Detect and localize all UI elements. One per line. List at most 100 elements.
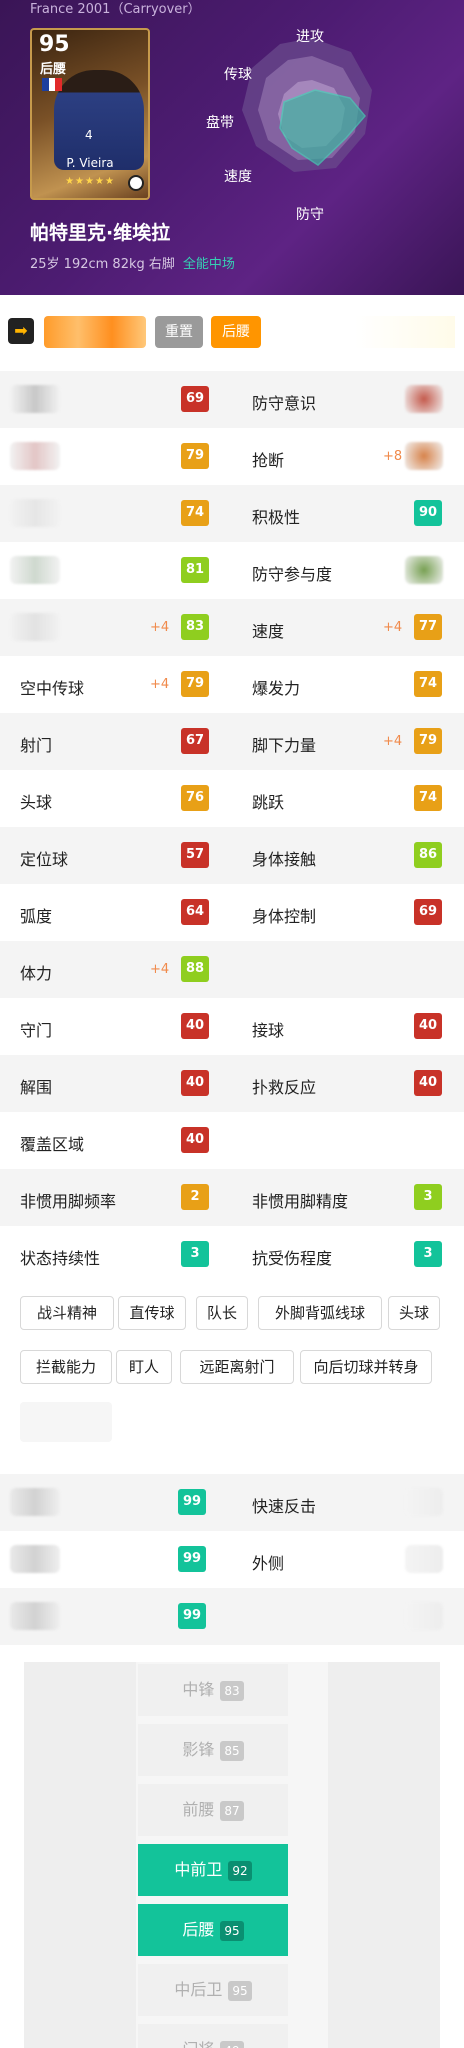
position-rating: 85 [220,1741,244,1761]
stat-row: 覆盖区域 40 [0,1112,464,1169]
reset-button[interactable]: 重置 [155,316,203,348]
card-player-name: P. Vieira [66,156,114,170]
skill-chip[interactable]: 战斗精神 [20,1296,114,1330]
position-map-right [328,1662,440,2048]
player-role: 全能中场 [182,257,235,272]
arrow-right-icon[interactable]: ➡ [8,318,34,344]
stat-name: 爆发力 [252,679,301,698]
stat-row: +4 83 速度 +4 77 [0,599,464,656]
skill-chip[interactable]: 拦截能力 [20,1350,112,1384]
player-name: 帕特里克·维埃拉 [30,222,171,244]
stat-boost: +4 [150,962,170,977]
position-tile[interactable]: 中前卫 92 [138,1844,288,1896]
stat-name: 非惯用脚精度 [252,1192,349,1211]
stat-row: 81 防守参与度 [0,542,464,599]
blurred-stat-name [10,556,60,584]
blurred-playstyle-icon [405,1602,443,1630]
blurred-stat-name [10,499,60,527]
stat-row: 解围 40 扑救反应 40 [0,1055,464,1112]
blurred-button[interactable] [44,316,146,348]
stat-row: 79 抢断 +8 [0,428,464,485]
position-button[interactable]: 后腰 [211,316,261,348]
stat-row: 守门 40 接球 40 [0,998,464,1055]
blurred-stat-name [10,442,60,470]
blurred-playstyle-name [10,1545,60,1573]
stat-name: 状态持续性 [20,1249,101,1268]
toolbar-fade [355,316,455,348]
blurred-stat-name [10,613,60,641]
stat-name: 射门 [20,736,53,755]
stat-value: 69 [181,386,209,412]
player-card[interactable]: 95 后腰 4 P. Vieira ★★★★★ [30,28,150,200]
position-name: 中前卫 [174,1860,223,1879]
stat-value: 79 [414,728,442,754]
radar-chart: 进攻 传球 盘带 速度 防守 [200,20,464,230]
stat-boost: +4 [150,677,170,692]
skill-chip[interactable]: 头球 [388,1296,440,1330]
stat-row: 定位球 57 身体接触 86 [0,827,464,884]
playstyle-name: 快速反击 [252,1497,317,1516]
stat-name: 守门 [20,1021,53,1040]
position-rating: 49 [220,2041,244,2048]
position-rating: 87 [220,1801,244,1821]
stat-name: 跳跃 [252,793,285,812]
player-detail-page: { "colors": {"red":"#c83228","orange":"#… [0,0,464,2048]
stat-value: 74 [414,785,442,811]
stat-value: 74 [181,500,209,526]
stat-value: 67 [181,728,209,754]
playstyle-row: 99 外侧 [0,1531,464,1588]
position-tile[interactable]: 门将 49 [138,2024,288,2048]
playstyle-name: 外侧 [252,1554,285,1573]
skill-chip[interactable]: 直传球 [118,1296,186,1330]
radar-label-passing: 传球 [224,67,252,83]
position-tile[interactable]: 中后卫 95 [138,1964,288,2016]
position-rating: 83 [220,1681,244,1701]
stat-name: 定位球 [20,850,69,869]
blurred-playstyle-icon [405,1488,443,1516]
radar-label-dribbling: 盘带 [206,115,234,131]
stat-value: 3 [414,1241,442,1267]
stat-row: 体力 +4 88 [0,941,464,998]
stat-value: 57 [181,842,209,868]
stat-name: 抢断 [252,451,285,470]
skill-chip[interactable]: 外脚背弧线球 [258,1296,382,1330]
stat-boost: +4 [150,620,170,635]
stat-row: 74 积极性 90 [0,485,464,542]
stat-value: 79 [181,671,209,697]
stat-value: 90 [414,500,442,526]
card-number: 4 [85,128,93,142]
stat-name: 空中传球 [20,679,85,698]
skill-chip[interactable]: 远距离射门 [180,1350,294,1384]
radar-label-speed: 速度 [224,169,252,185]
skill-chip[interactable]: 队长 [196,1296,248,1330]
blurred-stat-value [405,442,443,470]
position-tile[interactable]: 中锋 83 [138,1664,288,1716]
playstyle-value: 99 [178,1546,206,1572]
stat-value: 69 [414,899,442,925]
stat-value: 3 [181,1241,209,1267]
skill-chip[interactable]: 向后切球并转身 [300,1350,432,1384]
stat-value: 86 [414,842,442,868]
position-tile[interactable]: 前腰 87 [138,1784,288,1836]
position-tile[interactable]: 影锋 85 [138,1724,288,1776]
position-name: 影锋 [182,1740,215,1759]
stat-name: 身体接触 [252,850,317,869]
stat-value: 83 [181,614,209,640]
stat-value: 40 [181,1070,209,1096]
stat-value: 3 [414,1184,442,1210]
player-header: France 2001（Carryover） 95 后腰 4 P. Vieira… [0,0,464,295]
card-rating: 95 [39,32,70,57]
blurred-playstyle-icon [405,1545,443,1573]
stat-row: 状态持续性 3 抗受伤程度 3 [0,1226,464,1283]
blurred-skill [20,1402,112,1442]
stat-name: 头球 [20,793,53,812]
position-map-left [24,1662,136,2048]
position-tile[interactable]: 后腰 95 [138,1904,288,1956]
position-name: 中锋 [182,1680,215,1699]
stat-value: 88 [181,956,209,982]
radar-label-attack: 进攻 [296,29,324,45]
skill-chip[interactable]: 盯人 [116,1350,172,1384]
position-rating: 95 [228,1981,252,2001]
stat-value: 40 [414,1070,442,1096]
stat-name: 体力 [20,964,53,983]
